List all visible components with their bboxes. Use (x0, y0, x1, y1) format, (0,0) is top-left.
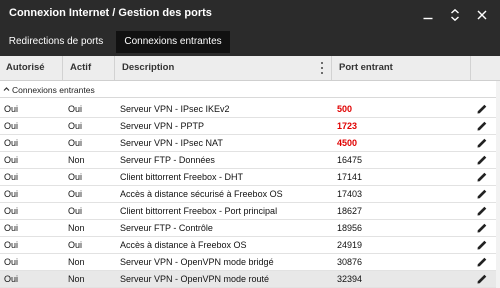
table-row[interactable]: Oui Oui Serveur VPN - IPsec IKEv2 500 (0, 101, 500, 118)
cell-port: 1723 (337, 121, 358, 131)
table-row[interactable]: Oui Oui Accès à distance à Freebox OS 24… (0, 237, 500, 254)
column-header-autorise[interactable]: Autorisé (6, 56, 45, 80)
pencil-icon[interactable] (476, 137, 488, 149)
app-window: Connexion Internet / Gestion des ports R… (0, 0, 500, 288)
table-row[interactable]: Oui Oui Accès à distance sécurisé à Free… (0, 186, 500, 203)
cell-port: 17403 (337, 189, 363, 199)
title-bar: Connexion Internet / Gestion des ports (0, 0, 500, 29)
cell-actif: Oui (68, 138, 83, 148)
cell-port: 30876 (337, 257, 363, 267)
cell-port: 18627 (337, 206, 363, 216)
column-header-port-entrant[interactable]: Port entrant (339, 56, 393, 80)
pencil-icon[interactable] (476, 188, 488, 200)
cell-actif: Oui (68, 121, 83, 131)
cell-description: Accès à distance à Freebox OS (120, 240, 247, 250)
pencil-icon[interactable] (476, 256, 488, 268)
column-header-description[interactable]: Description (122, 56, 174, 80)
tab-redirections-de-ports[interactable]: Redirections de ports (0, 31, 112, 53)
tab-connexions-entrantes[interactable]: Connexions entrantes (116, 31, 230, 53)
cell-port: 18956 (337, 223, 363, 233)
cell-autorise: Oui (4, 223, 19, 233)
cell-actif: Oui (68, 104, 83, 114)
cell-description: Client bittorrent Freebox - DHT (120, 172, 244, 182)
pencil-icon[interactable] (476, 171, 488, 183)
pencil-icon[interactable] (476, 120, 488, 132)
table-row[interactable]: Oui Non Serveur VPN - OpenVPN mode bridg… (0, 254, 500, 271)
cell-autorise: Oui (4, 121, 19, 131)
cell-description: Serveur FTP - Contrôle (120, 223, 213, 233)
tab-bar: Redirections de ports Connexions entrant… (0, 29, 500, 56)
column-divider[interactable] (114, 56, 115, 80)
column-divider[interactable] (331, 56, 332, 80)
cell-description: Serveur FTP - Données (120, 155, 215, 165)
cell-port: 500 (337, 104, 353, 114)
window-title: Connexion Internet / Gestion des ports (9, 7, 212, 19)
pencil-icon[interactable] (476, 205, 488, 217)
cell-port: 17141 (337, 172, 363, 182)
cell-actif: Oui (68, 172, 83, 182)
cell-description: Serveur VPN - OpenVPN mode routé (120, 274, 270, 284)
column-header-actif[interactable]: Actif (70, 56, 91, 80)
table-row[interactable]: Oui Oui Client bittorrent Freebox - DHT … (0, 169, 500, 186)
cell-actif: Non (68, 257, 85, 267)
cell-actif: Oui (68, 206, 83, 216)
table-row[interactable]: Oui Non Serveur FTP - Données 16475 (0, 152, 500, 169)
table-row-selected[interactable]: Oui Non Serveur VPN - OpenVPN mode routé… (0, 271, 500, 288)
cell-description: Serveur VPN - IPsec NAT (120, 138, 223, 148)
kebab-menu-icon[interactable] (319, 61, 325, 75)
cell-description: Serveur VPN - IPsec IKEv2 (120, 104, 230, 114)
chevron-up-icon[interactable] (3, 85, 10, 93)
cell-autorise: Oui (4, 189, 19, 199)
cell-autorise: Oui (4, 138, 19, 148)
close-button[interactable] (468, 0, 496, 29)
table-row[interactable]: Oui Oui Serveur VPN - PPTP 1723 (0, 118, 500, 135)
cell-actif: Oui (68, 189, 83, 199)
table-row[interactable]: Oui Non Serveur FTP - Contrôle 18956 (0, 220, 500, 237)
cell-description: Serveur VPN - PPTP (120, 121, 205, 131)
cell-actif: Oui (68, 240, 83, 250)
expand-icon (451, 8, 459, 21)
pencil-icon[interactable] (476, 239, 488, 251)
maximize-button[interactable] (441, 0, 469, 29)
column-divider[interactable] (62, 56, 63, 80)
minimize-button[interactable] (414, 0, 442, 29)
group-label: Connexions entrantes (12, 85, 95, 95)
cell-port: 16475 (337, 155, 363, 165)
pencil-icon[interactable] (476, 154, 488, 166)
cell-port: 32394 (337, 274, 363, 284)
cell-description: Client bittorrent Freebox - Port princip… (120, 206, 278, 216)
cell-autorise: Oui (4, 257, 19, 267)
cell-autorise: Oui (4, 155, 19, 165)
pencil-icon[interactable] (476, 273, 488, 285)
cell-actif: Non (68, 274, 85, 284)
close-icon (477, 10, 487, 19)
column-divider[interactable] (470, 56, 471, 80)
cell-actif: Non (68, 155, 85, 165)
cell-actif: Non (68, 223, 85, 233)
cell-autorise: Oui (4, 240, 19, 250)
group-row-connexions-entrantes[interactable]: Connexions entrantes (0, 82, 500, 98)
table-row[interactable]: Oui Oui Client bittorrent Freebox - Port… (0, 203, 500, 220)
cell-port: 24919 (337, 240, 363, 250)
table-header: Autorisé Actif Description Port entrant (0, 56, 500, 81)
cell-port: 4500 (337, 138, 358, 148)
cell-autorise: Oui (4, 274, 19, 284)
cell-autorise: Oui (4, 206, 19, 216)
table-row[interactable]: Oui Oui Serveur VPN - IPsec NAT 4500 (0, 135, 500, 152)
cell-autorise: Oui (4, 172, 19, 182)
pencil-icon[interactable] (476, 103, 488, 115)
table-body: Oui Oui Serveur VPN - IPsec IKEv2 500 Ou… (0, 101, 500, 288)
minimize-icon (423, 17, 433, 19)
cell-description: Accès à distance sécurisé à Freebox OS (120, 189, 283, 199)
cell-autorise: Oui (4, 104, 19, 114)
pencil-icon[interactable] (476, 222, 488, 234)
cell-description: Serveur VPN - OpenVPN mode bridgé (120, 257, 274, 267)
vertical-scrollbar[interactable] (496, 81, 500, 288)
